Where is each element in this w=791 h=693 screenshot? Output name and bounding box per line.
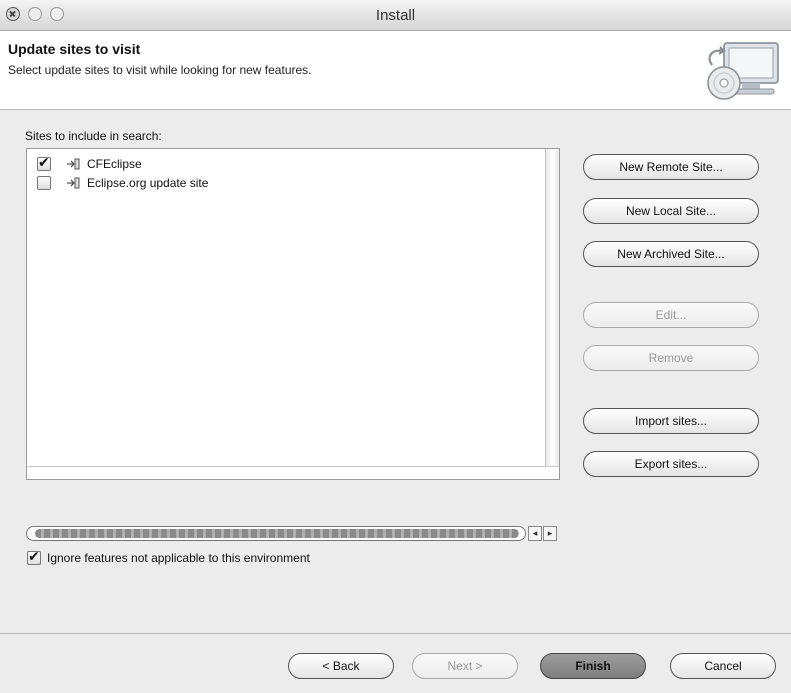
- new-remote-site-button[interactable]: New Remote Site...: [583, 154, 759, 180]
- back-button[interactable]: < Back: [288, 653, 394, 679]
- window-title: Install: [375, 7, 416, 24]
- scrollbar-thumb[interactable]: [35, 529, 519, 538]
- ignore-features-checkbox[interactable]: [27, 548, 41, 565]
- import-sites-button[interactable]: Import sites...: [583, 408, 759, 434]
- sites-label: Sites to include in search:: [25, 129, 162, 143]
- horizontal-scrollbar[interactable]: [26, 526, 526, 541]
- list-divider: [27, 466, 559, 467]
- list-item[interactable]: Eclipse.org update site: [37, 174, 208, 192]
- ignore-features-option[interactable]: Ignore features not applicable to this e…: [27, 548, 310, 565]
- scroll-left-icon[interactable]: ◂: [528, 526, 542, 541]
- footer-divider: [0, 633, 791, 634]
- install-wizard-icon: [707, 42, 779, 100]
- edit-button[interactable]: Edit...: [583, 302, 759, 328]
- site-checkbox[interactable]: [37, 176, 51, 190]
- scroll-right-icon[interactable]: ▸: [543, 526, 557, 541]
- update-site-icon: [67, 158, 80, 170]
- next-button[interactable]: Next >: [412, 653, 518, 679]
- list-item[interactable]: CFEclipse: [37, 154, 142, 173]
- title-bar: Install: [0, 0, 791, 31]
- wizard-header: Update sites to visit Select update site…: [0, 31, 791, 110]
- site-label: Eclipse.org update site: [87, 176, 209, 190]
- page-title: Update sites to visit: [8, 41, 141, 57]
- update-site-icon: [67, 177, 80, 189]
- ignore-features-label: Ignore features not applicable to this e…: [47, 551, 310, 565]
- vertical-scrollbar[interactable]: [545, 149, 559, 467]
- page-description: Select update sites to visit while looki…: [8, 63, 312, 77]
- finish-button[interactable]: Finish: [540, 653, 646, 679]
- remove-button[interactable]: Remove: [583, 345, 759, 371]
- sites-list[interactable]: CFEclipse Eclipse.org update site: [26, 148, 560, 480]
- export-sites-button[interactable]: Export sites...: [583, 451, 759, 477]
- new-archived-site-button[interactable]: New Archived Site...: [583, 241, 759, 267]
- site-label: CFEclipse: [87, 157, 142, 171]
- cancel-button[interactable]: Cancel: [670, 653, 776, 679]
- site-checkbox[interactable]: [37, 154, 51, 171]
- new-local-site-button[interactable]: New Local Site...: [583, 198, 759, 224]
